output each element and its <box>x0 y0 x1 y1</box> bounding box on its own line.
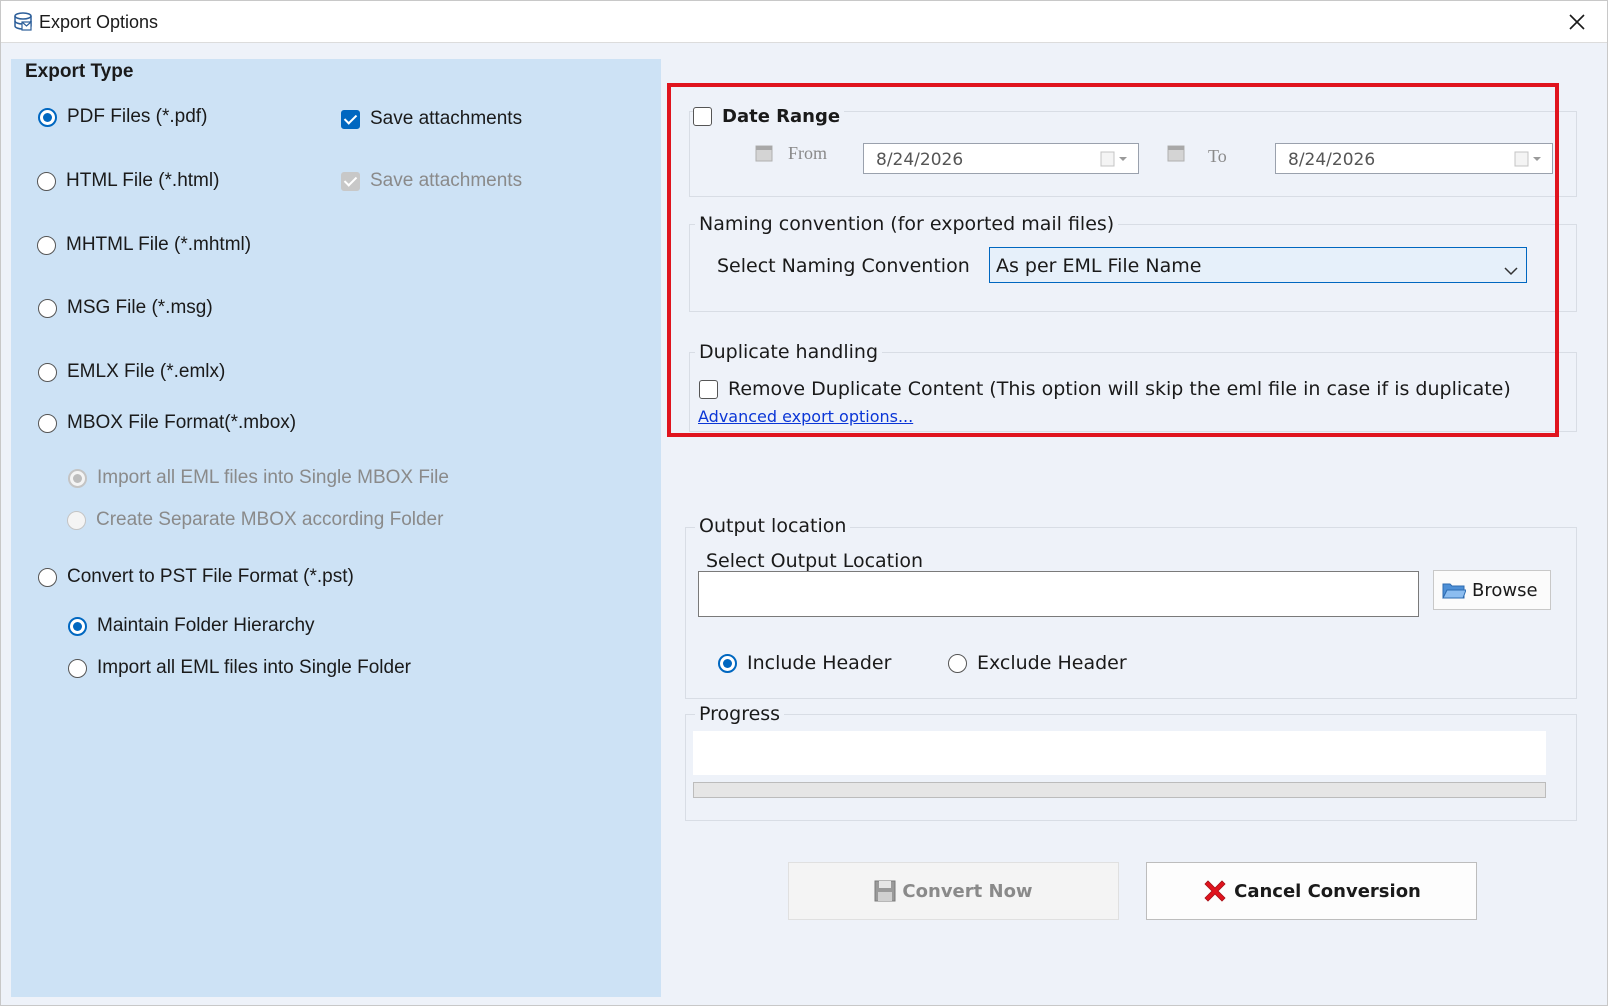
convert-now-label: Convert Now <box>902 880 1033 902</box>
radio-indicator <box>718 653 737 673</box>
browse-label: Browse <box>1472 579 1538 601</box>
radio-mbox-separate[interactable]: Create Separate MBOX according Folder <box>67 509 443 531</box>
radio-mhtml[interactable]: MHTML File (*.mhtml) <box>37 234 251 256</box>
radio-indicator <box>68 616 87 636</box>
include-header-label: Include Header <box>747 652 892 674</box>
radio-emlx-label: EMLX File (*.emlx) <box>67 361 226 382</box>
select-output-location-label: Select Output Location <box>706 550 924 572</box>
radio-msg-label: MSG File (*.msg) <box>67 297 213 318</box>
radio-indicator <box>37 171 56 191</box>
checkbox-pdf-save-attachments[interactable]: Save attachments <box>341 108 522 130</box>
radio-indicator <box>38 298 57 318</box>
radio-indicator <box>67 510 86 530</box>
radio-mbox-label: MBOX File Format(*.mbox) <box>67 412 297 433</box>
save-disk-icon <box>874 880 896 902</box>
checkbox-label: Save attachments <box>370 170 523 191</box>
radio-msg[interactable]: MSG File (*.msg) <box>38 297 213 319</box>
checkbox-indicator <box>341 109 360 129</box>
radio-mbox-single[interactable]: Import all EML files into Single MBOX Fi… <box>68 467 449 489</box>
output-location-group-label: Output location <box>695 515 851 537</box>
export-options-window: Export Options Export Type PDF Files (*.… <box>0 0 1608 1006</box>
radio-indicator <box>38 413 57 433</box>
checkbox-indicator <box>341 171 360 191</box>
cancel-x-icon <box>1204 880 1226 902</box>
progress-status-area <box>693 731 1546 775</box>
app-icon <box>13 12 33 32</box>
radio-indicator <box>38 567 57 587</box>
folder-open-icon <box>1442 583 1466 599</box>
radio-pst-maintain-hierarchy[interactable]: Maintain Folder Hierarchy <box>68 615 315 637</box>
convert-now-button[interactable]: Convert Now <box>788 862 1119 920</box>
radio-indicator <box>37 235 56 255</box>
export-type-title: Export Type <box>25 61 134 82</box>
radio-pst-single-folder[interactable]: Import all EML files into Single Folder <box>68 657 411 679</box>
radio-indicator <box>68 468 87 488</box>
output-path-input[interactable] <box>698 571 1419 617</box>
radio-exclude-header[interactable]: Exclude Header <box>948 652 1127 674</box>
radio-html-label: HTML File (*.html) <box>66 170 220 191</box>
close-icon <box>1569 14 1585 30</box>
radio-html[interactable]: HTML File (*.html) <box>37 170 219 192</box>
progress-group-label: Progress <box>695 703 785 725</box>
checkbox-html-save-attachments[interactable]: Save attachments <box>341 170 522 192</box>
close-button[interactable] <box>1555 5 1599 39</box>
radio-pdf-label: PDF Files (*.pdf) <box>67 106 208 127</box>
radio-indicator <box>38 362 57 382</box>
radio-pdf[interactable]: PDF Files (*.pdf) <box>38 106 207 128</box>
radio-emlx[interactable]: EMLX File (*.emlx) <box>38 361 225 383</box>
radio-mbox[interactable]: MBOX File Format(*.mbox) <box>38 412 296 434</box>
radio-pst-maintain-label: Maintain Folder Hierarchy <box>97 615 315 636</box>
cancel-conversion-label: Cancel Conversion <box>1234 880 1421 902</box>
radio-pst-single-label: Import all EML files into Single Folder <box>97 657 411 678</box>
radio-mbox-single-label: Import all EML files into Single MBOX Fi… <box>97 467 449 488</box>
radio-mhtml-label: MHTML File (*.mhtml) <box>66 234 252 255</box>
export-type-panel: Export Type PDF Files (*.pdf) Save attac… <box>11 59 661 997</box>
checkbox-label: Save attachments <box>370 108 523 129</box>
progress-bar <box>693 782 1546 798</box>
radio-indicator <box>68 658 87 678</box>
radio-pst[interactable]: Convert to PST File Format (*.pst) <box>38 566 354 588</box>
title-bar: Export Options <box>1 1 1607 43</box>
window-title: Export Options <box>39 12 159 32</box>
radio-indicator <box>38 107 57 127</box>
radio-mbox-separate-label: Create Separate MBOX according Folder <box>96 509 444 530</box>
browse-button[interactable]: Browse <box>1433 570 1551 610</box>
highlight-frame <box>667 83 1559 437</box>
exclude-header-label: Exclude Header <box>977 652 1127 674</box>
radio-indicator <box>948 653 967 673</box>
radio-pst-label: Convert to PST File Format (*.pst) <box>67 566 354 587</box>
cancel-conversion-button[interactable]: Cancel Conversion <box>1146 862 1477 920</box>
radio-include-header[interactable]: Include Header <box>718 652 891 674</box>
